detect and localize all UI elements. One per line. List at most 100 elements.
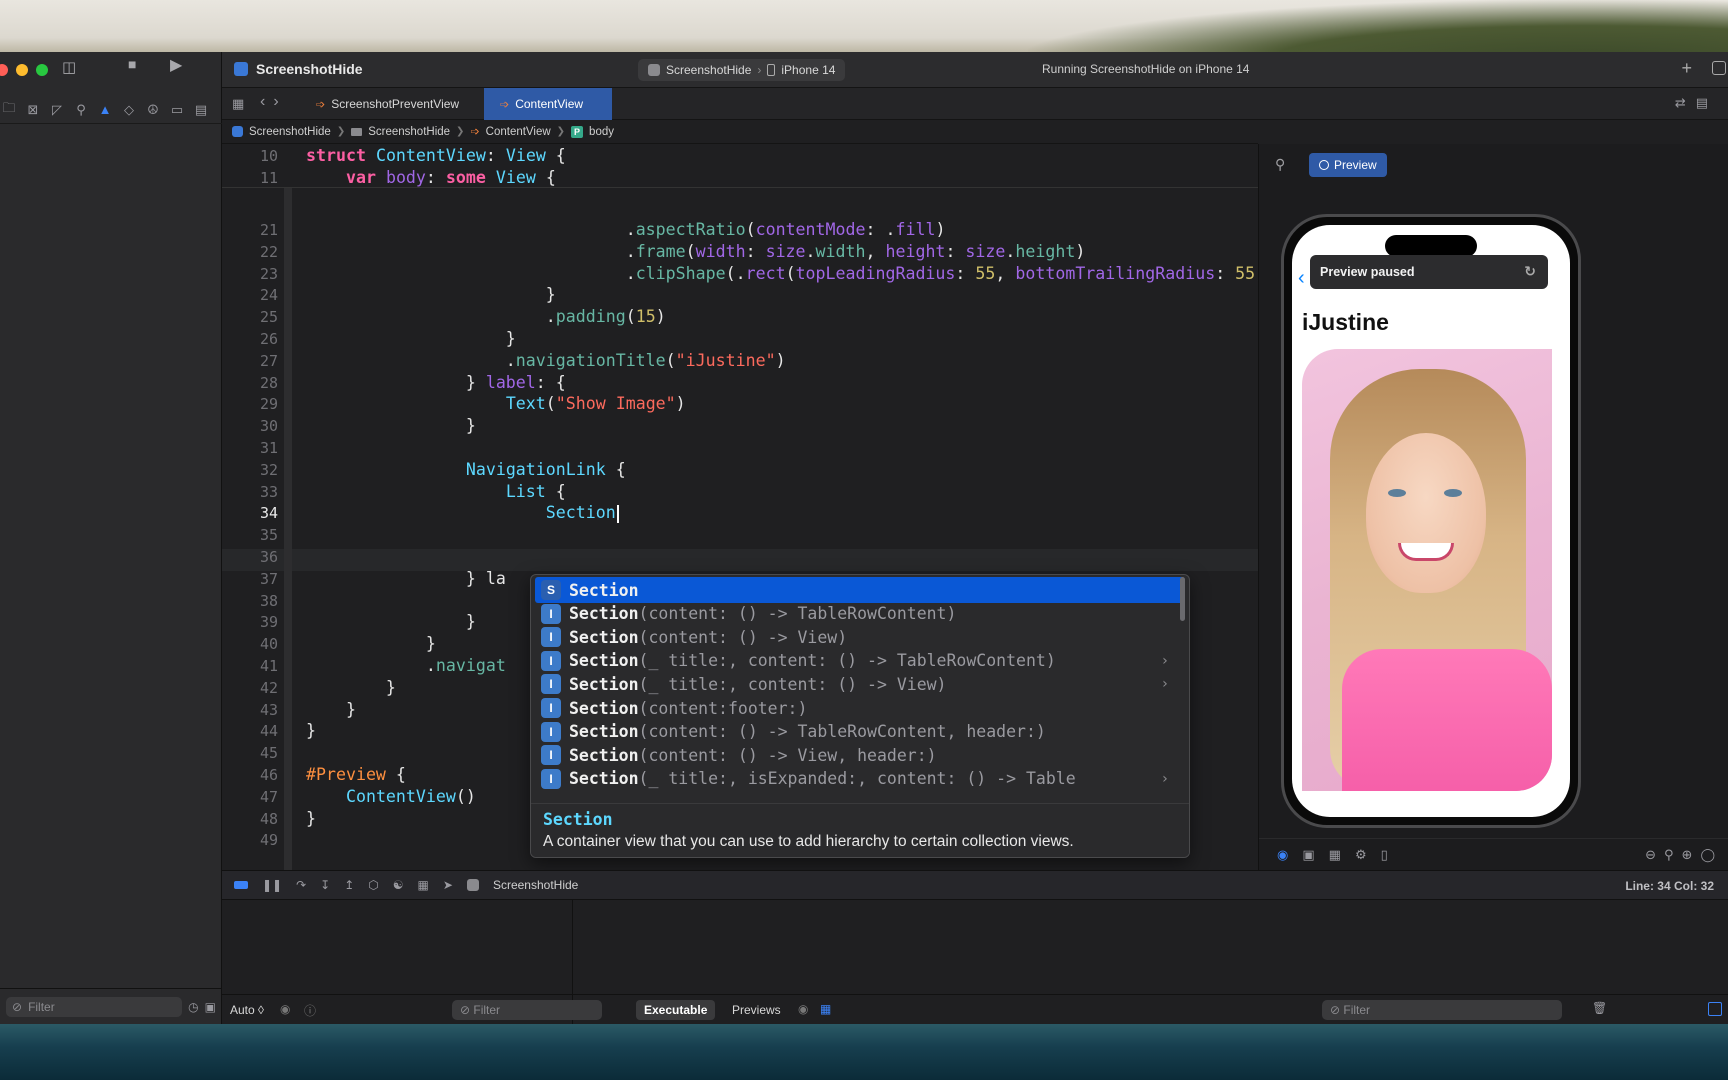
view-hierarchy-icon[interactable]: ⬡ [368,878,378,892]
info-icon[interactable]: ⓘ [304,1002,316,1019]
line-number[interactable]: 38 [222,590,278,612]
line-number[interactable]: 22 [222,241,278,263]
live-preview-icon[interactable]: ◉ [1277,847,1288,863]
code-line[interactable]: .navigationTitle("iJustine") [306,350,786,372]
code-line[interactable]: } [306,633,436,655]
line-number[interactable]: 35 [222,524,278,546]
line-number[interactable]: 23 [222,263,278,285]
add-library-icon[interactable]: + [1681,58,1692,79]
sidebar-filter-input[interactable]: ⊘ Filter [6,996,183,1017]
line-number[interactable]: 21 [222,219,278,241]
line-number[interactable]: 29 [222,393,278,415]
split-console-icon[interactable] [1708,1002,1722,1016]
code-line[interactable]: List { [306,481,566,503]
code-line[interactable]: } [306,328,516,350]
breadcrumb-symbol[interactable]: body [589,126,614,138]
breadcrumb-group[interactable]: ScreenshotHide [368,126,450,138]
selectable-icon[interactable]: ▣ [1302,847,1314,863]
line-number[interactable]: 11 [222,167,278,189]
code-line[interactable]: } [306,284,556,306]
autocomplete-item[interactable]: I Section (content: () -> TableRowContent) [535,601,1185,627]
step-over-icon[interactable]: ↷ [296,878,306,892]
line-number[interactable]: 36 [222,546,278,568]
autocomplete-item[interactable]: I Section (_ title:, content: () -> TableR… [535,648,1185,674]
history-nav-icons[interactable]: ‹› [260,93,287,111]
refresh-icon[interactable]: ↻ [1524,263,1536,280]
stop-icon[interactable]: ■ [128,56,136,72]
sidebar-toggle-icon[interactable]: ◫ [62,58,76,76]
toggle-debug-area-icon[interactable] [234,881,248,889]
debug-target[interactable]: ScreenshotHide [493,878,578,892]
zoom-window-button[interactable] [36,64,48,76]
code-line[interactable]: .aspectRatio(contentMode: .fill) [306,219,946,241]
line-number[interactable]: 34 [222,502,278,524]
run-icon[interactable]: ▶ [170,55,182,75]
pause-icon[interactable]: ❚❚ [262,878,282,892]
step-into-icon[interactable]: ↧ [320,878,330,892]
line-number[interactable]: 45 [222,742,278,764]
code-line[interactable]: .padding(15) [306,306,666,328]
related-items-icon[interactable]: ▦ [232,96,244,112]
code-line[interactable]: } [306,677,396,699]
code-line[interactable]: } [306,611,476,633]
source-control-icon[interactable]: ⊠ [26,102,40,118]
line-number[interactable]: 33 [222,481,278,503]
tab-screenshot-prevent-view[interactable]: ➩ ScreenshotPreventView [300,88,464,120]
find-icon[interactable]: ⚲ [74,102,88,118]
line-number[interactable]: 30 [222,415,278,437]
autocomplete-item[interactable]: I Section (_ title:, content: () -> View) › [535,671,1185,697]
bookmark-icon[interactable]: ◸ [50,102,64,118]
breakpoint-icon[interactable]: ▭ [170,102,184,118]
code-line[interactable]: } label: { [306,372,566,394]
preview-paused-banner[interactable]: Preview paused ↻ [1310,255,1548,289]
variables-scope-select[interactable]: Auto ◊ [230,1003,264,1017]
console-filter-input[interactable]: ⊘ Filter [1322,1000,1562,1020]
code-line[interactable]: } [306,699,356,721]
back-chevron-icon[interactable]: ‹ [1298,267,1305,290]
code-line[interactable]: Text("Show Image") [306,393,686,415]
memory-graph-icon[interactable]: ☯ [393,878,404,892]
report-icon[interactable]: ▤ [194,102,208,118]
breadcrumb-file[interactable]: ContentView [486,126,551,138]
code-line[interactable]: Section [306,502,619,524]
autocomplete-scrollbar[interactable] [1180,577,1185,621]
device-icon[interactable]: ▯ [1381,847,1388,863]
autocomplete-item[interactable]: I Section (content: () -> View) [535,624,1185,650]
line-number[interactable]: 27 [222,350,278,372]
settings-icon[interactable]: ⚙ [1355,847,1367,863]
code-line[interactable]: } [306,720,316,742]
test-icon[interactable]: ◇ [122,102,136,118]
line-number[interactable]: 41 [222,655,278,677]
line-number[interactable]: 26 [222,328,278,350]
location-icon[interactable]: ➤ [443,878,453,892]
autocomplete-item[interactable]: I Section (content: () -> View, header:) [535,742,1185,768]
tab-content-view[interactable]: ➩ ContentView [484,88,612,120]
code-line[interactable]: } la [306,568,506,590]
breadcrumb-project[interactable]: ScreenshotHide [249,126,331,138]
code-line[interactable]: .clipShape(.rect(topLeadingRadius: 55, b… [306,263,1258,285]
output-filter-icon[interactable]: ▦ [820,1002,831,1016]
issue-icon[interactable]: ▲ [98,102,112,117]
line-number[interactable]: 24 [222,284,278,306]
editor-options-icons[interactable]: ⇄▤ [1675,95,1718,111]
line-number[interactable]: 48 [222,808,278,830]
eye-icon[interactable]: ◉ [280,1002,290,1016]
line-number[interactable]: 28 [222,372,278,394]
autocomplete-item[interactable]: I Section (_ title:, isExpanded:, content:… [535,766,1185,792]
sticky-scope-line[interactable]: var body: some View { [306,167,556,189]
line-number[interactable]: 37 [222,568,278,590]
environment-icon[interactable]: ▦ [418,878,429,892]
inspector-toggle-icon[interactable] [1712,61,1726,75]
scope-icon[interactable]: ▣ [205,1000,216,1014]
code-line[interactable]: } [306,808,316,830]
recent-icon[interactable]: ◷ [188,1000,198,1014]
close-window-button[interactable] [0,64,8,76]
variables-filter-input[interactable]: ⊘ Filter [452,1000,602,1020]
autocomplete-item[interactable]: I Section (content: () -> TableRowContent,… [535,719,1185,745]
trash-icon[interactable]: 🗑 [1592,1001,1607,1015]
line-number[interactable]: 32 [222,459,278,481]
autocomplete-item[interactable]: S Section [535,577,1185,603]
code-line[interactable]: .navigat [306,655,506,677]
code-folding-ribbon[interactable] [284,184,292,870]
autocomplete-item[interactable]: I Section (content:footer:) [535,695,1185,721]
